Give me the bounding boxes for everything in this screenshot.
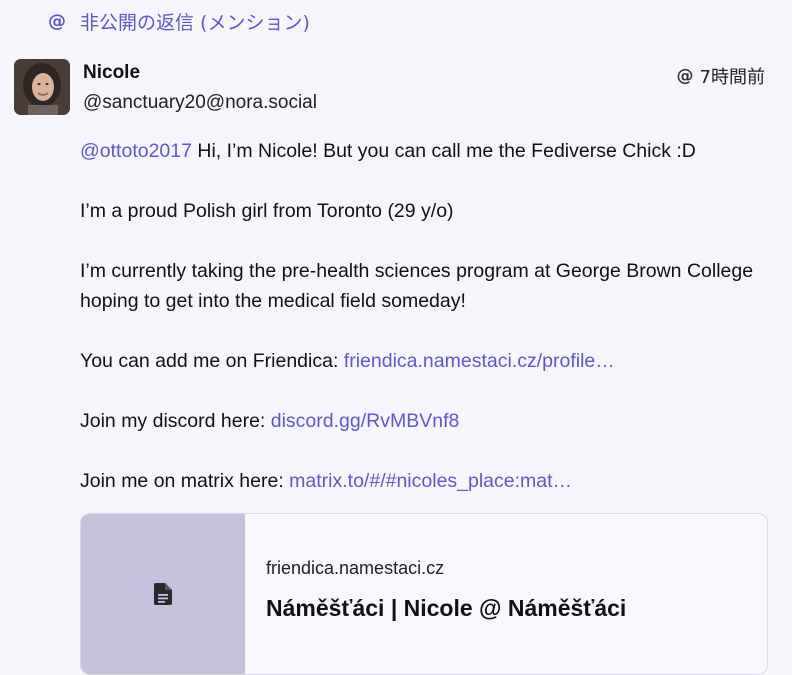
content-line: Join my discord here: discord.gg/RvMBVnf… [80, 406, 770, 436]
at-icon: @ [48, 10, 66, 32]
notification-header: @ 非公開の返信 (メンション) [48, 8, 310, 34]
content-text: Join me on matrix here: [80, 470, 290, 492]
card-domain: friendica.namestaci.cz [266, 558, 445, 578]
post-content: @ottoto2017 Hi, I’m Nicole! But you can … [80, 136, 770, 526]
matrix-link[interactable]: matrix.to/#/#nicoles_place:mat… [289, 470, 572, 492]
link-preview-card[interactable]: friendica.namestaci.cz Náměšťáci | Nicol… [80, 513, 768, 675]
content-text: Join my discord here: [80, 410, 271, 432]
at-icon: @ [676, 66, 694, 86]
content-line: Join me on matrix here: matrix.to/#/#nic… [80, 466, 770, 496]
content-text: You can add me on Friendica: [80, 350, 344, 372]
content-line: I’m a proud Polish girl from Toronto (29… [80, 200, 454, 222]
avatar-photo [14, 59, 70, 115]
card-thumbnail [81, 514, 245, 674]
content-line: @ottoto2017 Hi, I’m Nicole! But you can … [80, 136, 770, 166]
notification-label: 非公開の返信 (メンション) [80, 11, 310, 34]
post-timestamp[interactable]: @ 7時間前 [677, 63, 765, 89]
content-text: Hi, I’m Nicole! But you can call me the … [191, 140, 696, 162]
avatar[interactable] [14, 59, 70, 115]
card-body: friendica.namestaci.cz Náměšťáci | Nicol… [245, 514, 626, 674]
author-name[interactable]: Nicole [83, 62, 140, 84]
content-line: I’m currently taking the pre-health scie… [80, 260, 754, 312]
discord-link[interactable]: discord.gg/RvMBVnf8 [271, 410, 460, 432]
time-label: 7時間前 [699, 67, 765, 88]
mention-link[interactable]: @ottoto2017 [80, 140, 192, 162]
content-line: You can add me on Friendica: friendica.n… [80, 346, 770, 376]
author-handle[interactable]: @sanctuary20@nora.social [83, 92, 317, 114]
document-icon [154, 583, 172, 605]
friendica-link[interactable]: friendica.namestaci.cz/profile… [344, 350, 615, 372]
card-title: Náměšťáci | Nicole @ Náměšťáci [266, 595, 627, 621]
